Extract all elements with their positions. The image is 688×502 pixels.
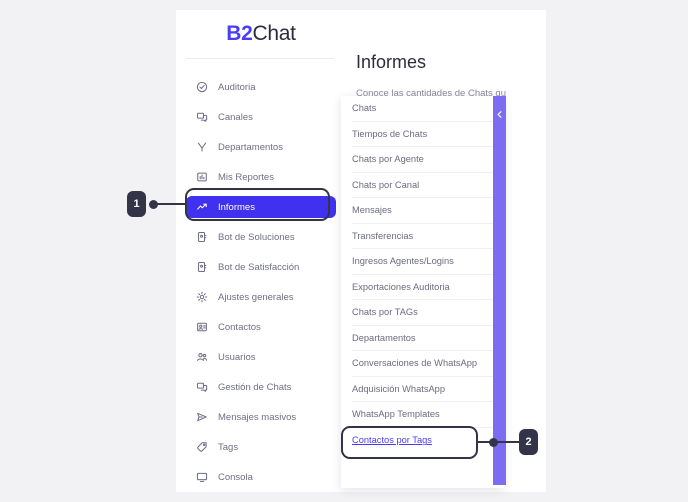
dropdown-item-mensajes[interactable]: Mensajes bbox=[352, 198, 493, 224]
dropdown-item-tiempos-de-chats[interactable]: Tiempos de Chats bbox=[352, 122, 493, 147]
sidebar-item-mensajes-masivos[interactable]: Mensajes masivos bbox=[186, 406, 336, 428]
gear-icon bbox=[195, 290, 209, 304]
sidebar-item-label: Gestión de Chats bbox=[218, 381, 292, 393]
reports-dropdown-list: Chats Tiempos de Chats Chats por Agente Cha… bbox=[341, 96, 504, 453]
dropdown-item-ingresos-agentes-logins[interactable]: Ingresos Agentes/Logins bbox=[352, 249, 493, 275]
sidebar-item-tags[interactable]: Tags bbox=[186, 436, 336, 458]
screenshot-root: B2Chat Auditoria Canales Departamentos Mis … bbox=[0, 0, 688, 502]
sidebar-item-ajustes-generales[interactable]: Ajustes generales bbox=[186, 286, 336, 308]
bot-icon bbox=[195, 230, 209, 244]
annotation-badge-1: 1 bbox=[127, 191, 146, 217]
dropdown-item-label: WhatsApp Templates bbox=[352, 409, 440, 420]
sidebar-item-gesti-n-de-chats[interactable]: Gestión de Chats bbox=[186, 376, 336, 398]
monitor-icon bbox=[195, 470, 209, 484]
sidebar-item-contactos[interactable]: Contactos bbox=[186, 316, 336, 338]
sidebar-item-label: Auditoria bbox=[218, 81, 256, 93]
annotation-line-2 bbox=[478, 441, 520, 443]
send-icon bbox=[195, 410, 209, 424]
dropdown-item-label: Transferencias bbox=[352, 230, 414, 241]
sidebar-item-consola[interactable]: Consola bbox=[186, 466, 336, 488]
dropdown-item-departamentos[interactable]: Departamentos bbox=[352, 326, 493, 351]
logo-text-chat: Chat bbox=[252, 22, 296, 45]
dropdown-item-label: Adquisición WhatsApp bbox=[352, 383, 446, 394]
annotation-badge-2: 2 bbox=[519, 429, 538, 455]
dropdown-item-chats-por-agente[interactable]: Chats por Agente bbox=[352, 147, 493, 173]
sidebar-item-label: Tags bbox=[218, 441, 239, 453]
sidebar-item-label: Consola bbox=[218, 471, 253, 483]
contact-card-icon bbox=[195, 320, 209, 334]
sidebar-item-departamentos[interactable]: Departamentos bbox=[186, 136, 336, 158]
chevron-left-icon[interactable] bbox=[493, 105, 506, 123]
sidebar-item-bot-de-soluciones[interactable]: Bot de Soluciones bbox=[186, 226, 336, 248]
chats-icon bbox=[195, 380, 209, 394]
dropdown-item-adquisici-n-whatsapp[interactable]: Adquisición WhatsApp bbox=[352, 377, 493, 402]
annotation-dot-2 bbox=[489, 438, 498, 447]
sidebar-item-mis-reportes[interactable]: Mis Reportes bbox=[186, 166, 336, 188]
sidebar-item-label: Contactos bbox=[218, 321, 261, 333]
dropdown-item-chats[interactable]: Chats bbox=[352, 96, 493, 122]
sidebar-item-label: Mensajes masivos bbox=[218, 411, 297, 423]
sidebar-item-label: Mis Reportes bbox=[218, 171, 274, 183]
dropdown-item-chats-por-tags[interactable]: Chats por TAGs bbox=[352, 300, 493, 326]
sidebar-item-bot-de-satisfacci-n[interactable]: Bot de Satisfacción bbox=[186, 256, 336, 278]
dropdown-item-label: Exportaciones Auditoria bbox=[352, 281, 450, 292]
page-title: Informes bbox=[356, 52, 427, 72]
dropdown-item-label: Departamentos bbox=[352, 332, 416, 343]
bar-chart-icon bbox=[195, 170, 209, 184]
dropdown-scrollbar[interactable] bbox=[493, 96, 506, 485]
dropdown-item-label: Conversaciones de WhatsApp bbox=[352, 358, 478, 369]
channels-icon bbox=[195, 110, 209, 124]
sidebar-item-usuarios[interactable]: Usuarios bbox=[186, 346, 336, 368]
dropdown-item-label: Ingresos Agentes/Logins bbox=[352, 256, 454, 267]
dropdown-item-label: Tiempos de Chats bbox=[352, 128, 428, 139]
annotation-box-informes bbox=[185, 188, 330, 221]
branch-icon bbox=[195, 140, 209, 154]
sidebar-item-auditoria[interactable]: Auditoria bbox=[186, 76, 336, 98]
logo-text-b2: B2 bbox=[226, 22, 253, 45]
app-logo: B2Chat bbox=[176, 10, 346, 58]
sidebar-item-canales[interactable]: Canales bbox=[186, 106, 336, 128]
sidebar-item-label: Bot de Soluciones bbox=[218, 231, 295, 243]
dropdown-item-label: Chats por Canal bbox=[352, 179, 420, 190]
sidebar-item-label: Usuarios bbox=[218, 351, 256, 363]
users-icon bbox=[195, 350, 209, 364]
dropdown-item-exportaciones-auditoria[interactable]: Exportaciones Auditoria bbox=[352, 275, 493, 300]
annotation-box-contactos-por-tags bbox=[341, 426, 478, 459]
annotation-dot-1 bbox=[149, 200, 158, 209]
dropdown-item-label: Chats bbox=[352, 103, 377, 114]
dropdown-item-chats-por-canal[interactable]: Chats por Canal bbox=[352, 173, 493, 198]
sidebar-item-label: Bot de Satisfacción bbox=[218, 261, 300, 273]
dropdown-item-label: Mensajes bbox=[352, 205, 392, 216]
dropdown-item-conversaciones-de-whatsapp[interactable]: Conversaciones de WhatsApp bbox=[352, 351, 493, 377]
tag-icon bbox=[195, 440, 209, 454]
bot-icon bbox=[195, 260, 209, 274]
dropdown-item-label: Chats por TAGs bbox=[352, 307, 418, 318]
sidebar: B2Chat Auditoria Canales Departamentos Mis … bbox=[176, 10, 346, 492]
dropdown-item-label: Chats por Agente bbox=[352, 154, 424, 165]
sidebar-item-label: Ajustes generales bbox=[218, 291, 294, 303]
logo-divider bbox=[186, 58, 334, 59]
sidebar-nav: Auditoria Canales Departamentos Mis Reporte… bbox=[176, 76, 346, 496]
sidebar-item-label: Departamentos bbox=[218, 141, 283, 153]
check-circle-icon bbox=[195, 80, 209, 94]
dropdown-item-whatsapp-templates[interactable]: WhatsApp Templates bbox=[352, 402, 493, 428]
dropdown-item-transferencias[interactable]: Transferencias bbox=[352, 224, 493, 249]
sidebar-item-label: Canales bbox=[218, 111, 253, 123]
